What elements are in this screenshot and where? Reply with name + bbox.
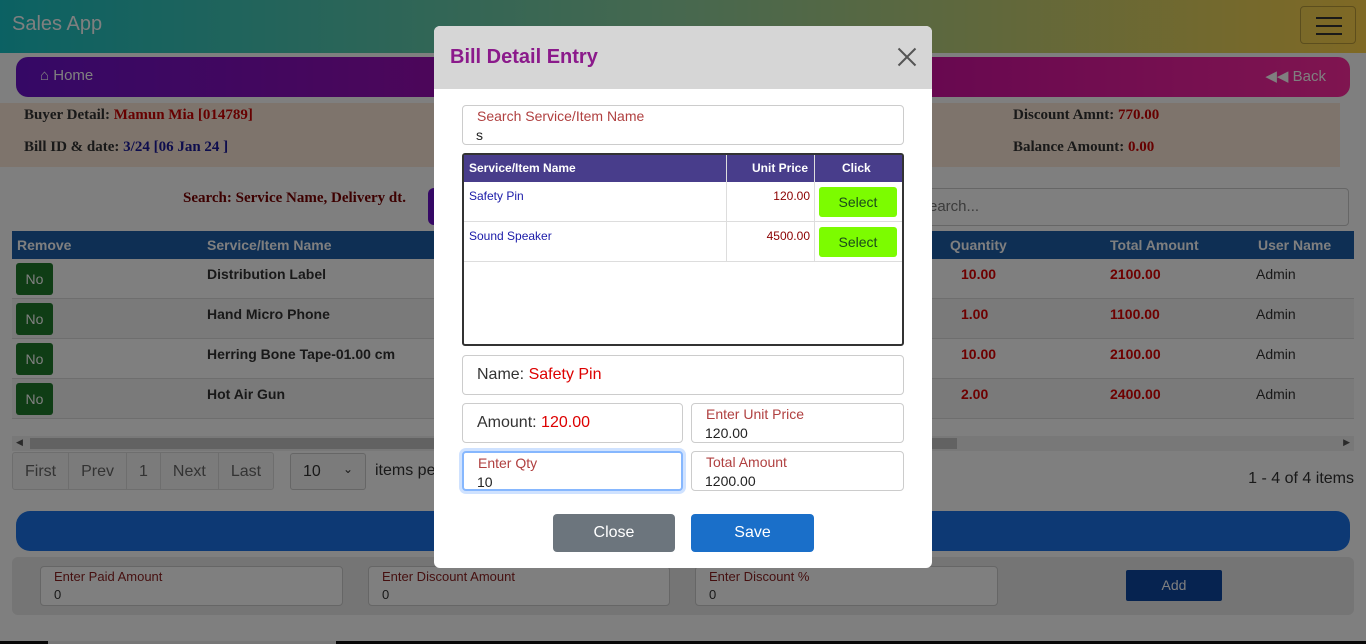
total-amount-field[interactable]: Total Amount 1200.00 xyxy=(691,451,904,491)
item-price: 120.00 xyxy=(773,189,810,203)
modal-header: Bill Detail Entry xyxy=(434,26,932,89)
list-item: Sound Speaker 4500.00 Select xyxy=(464,222,902,262)
close-icon[interactable] xyxy=(894,44,920,70)
selected-name-display: Name: Safety Pin xyxy=(462,355,904,395)
qty-field[interactable]: Enter Qty 10 xyxy=(462,451,683,491)
col-item-name: Service/Item Name xyxy=(469,161,576,175)
modal-title: Bill Detail Entry xyxy=(450,46,598,68)
amount-display: Amount: 120.00 xyxy=(462,403,683,443)
list-item: Safety Pin 120.00 Select xyxy=(464,182,902,222)
select-button[interactable]: Select xyxy=(819,227,897,257)
unit-price-field[interactable]: Enter Unit Price 120.00 xyxy=(691,403,904,443)
col-click: Click xyxy=(842,161,871,175)
item-name: Safety Pin xyxy=(469,189,524,203)
item-results-table: Service/Item Name Unit Price Click Safet… xyxy=(462,153,904,346)
item-search-input[interactable]: Search Service/Item Name s xyxy=(462,105,904,145)
save-button[interactable]: Save xyxy=(691,514,814,552)
col-unit-price: Unit Price xyxy=(752,161,809,175)
select-button[interactable]: Select xyxy=(819,187,897,217)
bill-detail-modal: Bill Detail Entry Search Service/Item Na… xyxy=(434,26,932,568)
close-button[interactable]: Close xyxy=(553,514,675,552)
item-price: 4500.00 xyxy=(766,229,810,243)
item-table-header: Service/Item Name Unit Price Click xyxy=(464,155,902,182)
item-name: Sound Speaker xyxy=(469,229,552,243)
